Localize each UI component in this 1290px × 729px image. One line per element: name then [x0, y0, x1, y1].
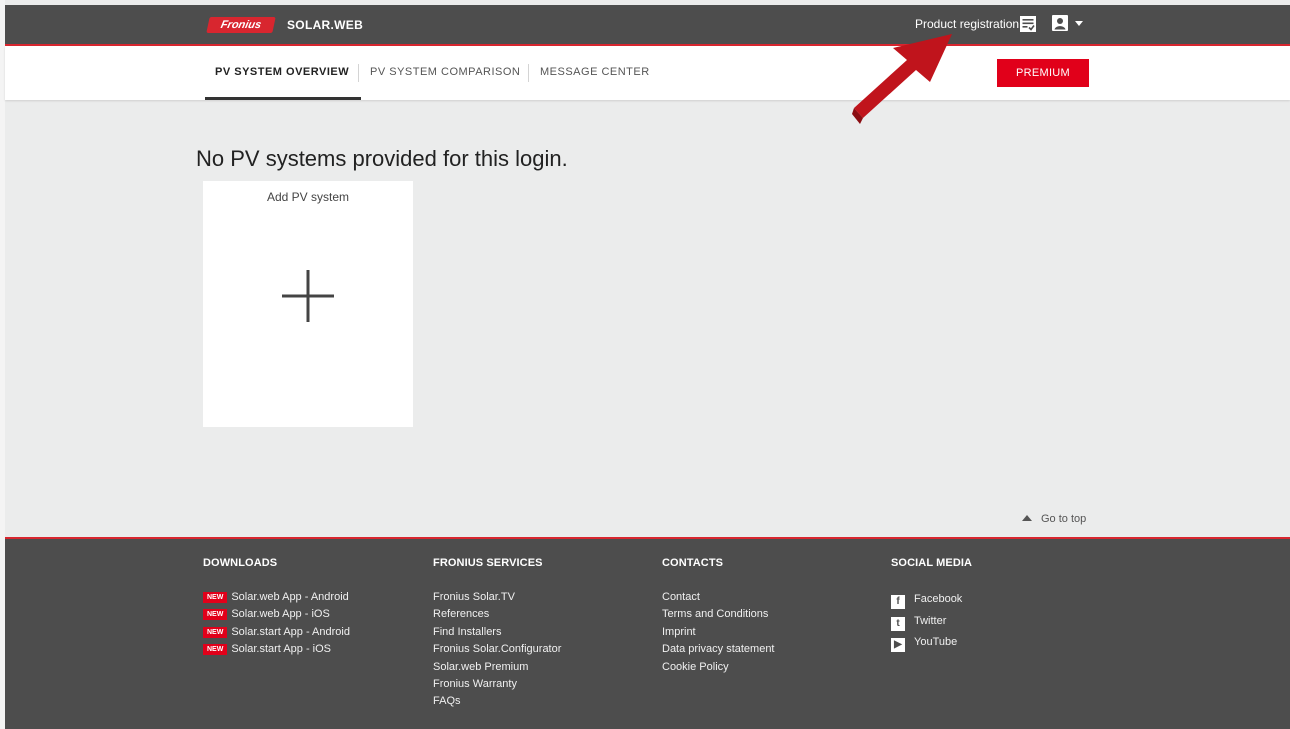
new-badge: NEW: [203, 626, 228, 638]
tab-divider: [528, 64, 529, 82]
add-pv-system-card[interactable]: Add PV system: [203, 181, 413, 427]
twitter-label: Twitter: [914, 614, 947, 627]
footer-heading: DOWNLOADS: [203, 557, 278, 569]
tab-divider: [358, 64, 359, 82]
new-badge: NEW: [203, 644, 228, 656]
contact-link[interactable]: Terms and Conditions: [662, 606, 775, 623]
premium-button[interactable]: PREMIUM: [997, 59, 1089, 87]
add-pv-system-label: Add PV system: [266, 190, 350, 204]
service-link[interactable]: Fronius Solar.TV: [433, 589, 561, 606]
footer-downloads: DOWNLOADS NEW Solar.web App - Android NEW…: [203, 557, 350, 659]
contact-link[interactable]: Contact: [662, 589, 775, 606]
tab-bar: PV SYSTEM OVERVIEW PV SYSTEM COMPARISON …: [5, 46, 1290, 100]
download-label: Solar.start App - iOS: [231, 643, 331, 656]
annotation-arrow-icon: [852, 34, 952, 124]
facebook-link[interactable]: f Facebook: [891, 589, 972, 611]
service-link[interactable]: References: [433, 606, 561, 623]
tab-pv-system-overview[interactable]: PV SYSTEM OVERVIEW: [204, 46, 362, 100]
youtube-icon: ▶: [891, 638, 905, 652]
download-link[interactable]: NEW Solar.web App - Android: [203, 589, 350, 606]
footer: DOWNLOADS NEW Solar.web App - Android NEW…: [5, 537, 1290, 729]
youtube-link[interactable]: ▶ YouTube: [891, 632, 972, 654]
download-label: Solar.web App - iOS: [231, 608, 330, 621]
footer-contacts: CONTACTS Contact Terms and Conditions Im…: [662, 557, 775, 676]
twitter-icon: t: [891, 616, 905, 631]
top-bar: Fronius SOLAR.WEB Product registration: [5, 5, 1290, 46]
tab-message-center[interactable]: MESSAGE CENTER: [540, 46, 650, 100]
plus-icon: [282, 270, 334, 322]
tab-pv-system-comparison[interactable]: PV SYSTEM COMPARISON: [370, 46, 520, 100]
user-icon[interactable]: [1052, 15, 1068, 31]
triangle-up-icon: [1022, 515, 1032, 521]
service-link[interactable]: FAQs: [433, 693, 561, 710]
footer-social-media: SOCIAL MEDIA f Facebook t Twitter ▶ YouTube: [891, 557, 972, 654]
footer-services: FRONIUS SERVICES Fronius Solar.TV Refere…: [433, 557, 561, 711]
go-to-top-label: Go to top: [1041, 513, 1087, 525]
footer-heading: FRONIUS SERVICES: [433, 557, 543, 569]
footer-heading: SOCIAL MEDIA: [891, 557, 973, 569]
contact-link[interactable]: Cookie Policy: [662, 659, 775, 676]
facebook-icon: f: [891, 595, 905, 609]
go-to-top-link[interactable]: Go to top: [1022, 513, 1086, 525]
twitter-link[interactable]: t Twitter: [891, 611, 972, 633]
page-title: No PV systems provided for this login.: [196, 146, 568, 171]
youtube-label: YouTube: [914, 636, 958, 648]
service-link[interactable]: Fronius Warranty: [433, 676, 561, 693]
contact-link[interactable]: Data privacy statement: [662, 641, 775, 658]
download-link[interactable]: NEW Solar.web App - iOS: [203, 606, 350, 623]
service-link[interactable]: Find Installers: [433, 624, 561, 641]
download-link[interactable]: NEW Solar.start App - Android: [203, 624, 350, 641]
chevron-down-icon[interactable]: [1075, 21, 1083, 26]
product-registration-icon[interactable]: [1019, 15, 1037, 33]
new-badge: NEW: [203, 592, 228, 603]
contact-link[interactable]: Imprint: [662, 624, 775, 641]
download-link[interactable]: NEW Solar.start App - iOS: [203, 641, 350, 658]
download-label: Solar.web App - Android: [231, 591, 349, 603]
fronius-logo[interactable]: Fronius: [206, 17, 276, 33]
app-window: Fronius SOLAR.WEB Product registration P…: [5, 0, 1290, 729]
service-link[interactable]: Solar.web Premium: [433, 659, 561, 676]
download-label: Solar.start App - Android: [231, 625, 350, 638]
brand-title[interactable]: SOLAR.WEB: [287, 17, 363, 33]
service-link[interactable]: Fronius Solar.Configurator: [433, 641, 561, 658]
facebook-label: Facebook: [914, 593, 963, 605]
new-badge: NEW: [203, 609, 228, 621]
footer-heading: CONTACTS: [662, 557, 724, 569]
